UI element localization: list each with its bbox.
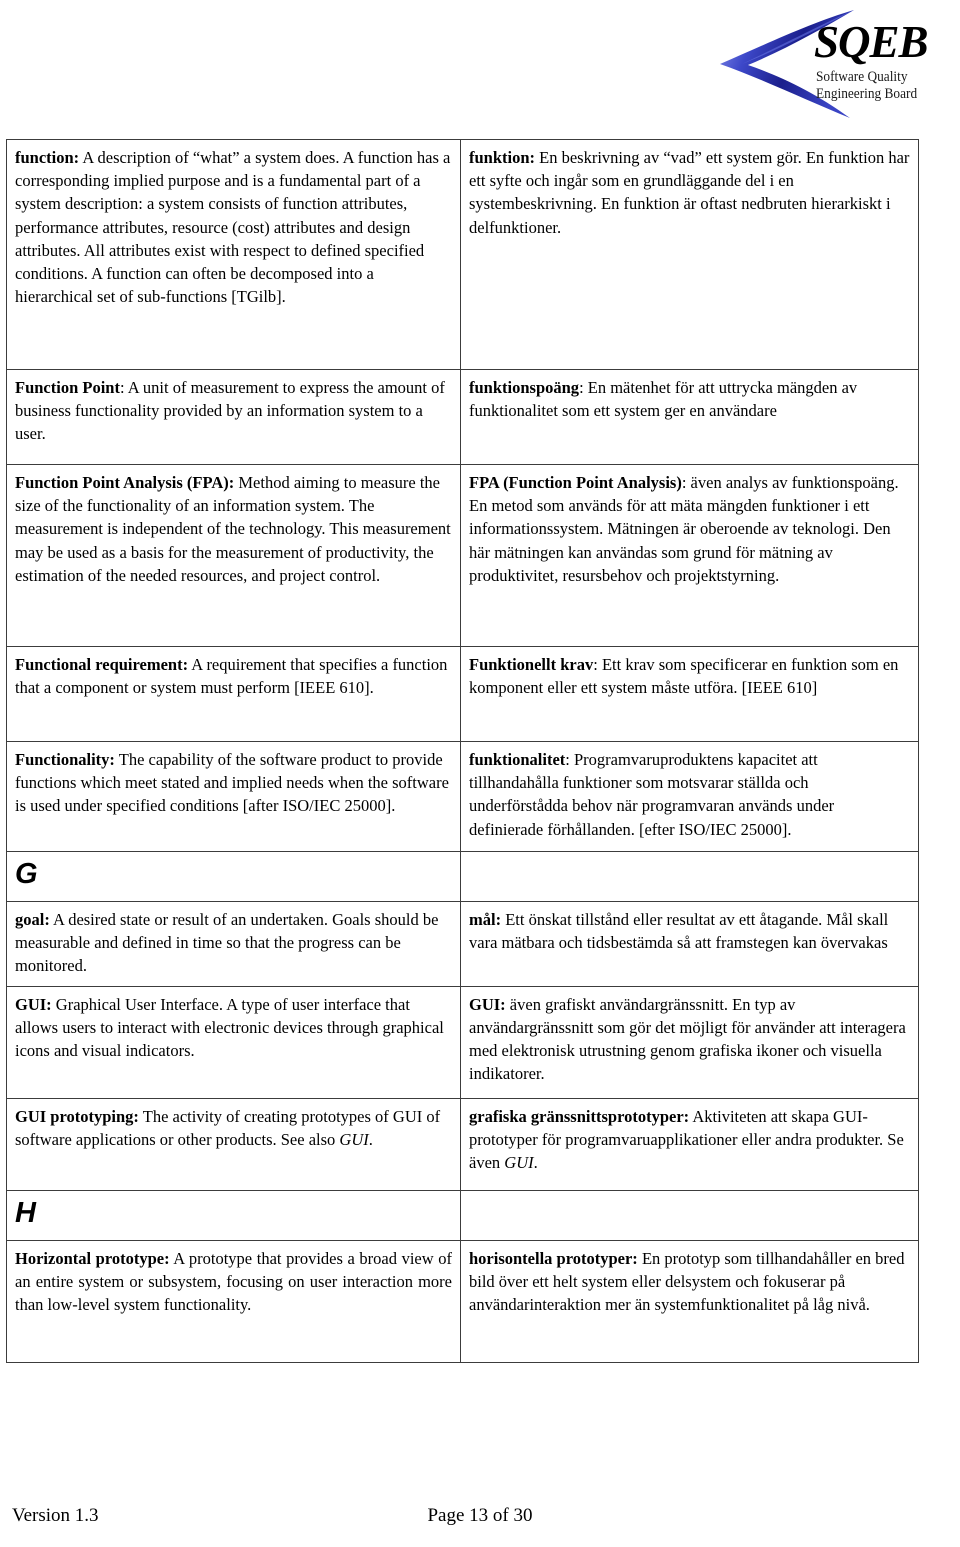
definition-gui-prototyping-en: GUI prototyping: The activity of creatin… xyxy=(15,1105,452,1151)
definition-function-point-en: Function Point: A unit of measurement to… xyxy=(15,376,452,446)
term-label: funktionspoäng xyxy=(469,378,580,397)
definition-gui-sv: GUI: även grafiskt användargränssnitt. E… xyxy=(469,993,910,1086)
term-body: Graphical User Interface. A type of user… xyxy=(15,994,444,1061)
term-body: A desired state or result of an undertak… xyxy=(15,910,439,976)
term-label: Functional requirement: xyxy=(15,655,189,674)
page-footer: Version 1.3 Page 13 of 30 xyxy=(0,1503,960,1529)
page-header: SQEB Software Quality Engineering Board xyxy=(0,0,960,128)
glossary-cell-swedish: funktion: En beskrivning av “vad” ett sy… xyxy=(460,139,919,370)
table-row: Function Point: A unit of measurement to… xyxy=(6,369,919,465)
term-label: FPA (Function Point Analysis) xyxy=(469,473,682,492)
glossary-cell-swedish: horisontella prototyper: En prototyp som… xyxy=(460,1239,919,1363)
definition-gui-prototyping-sv: grafiska gränssnittsprototyper: Aktivite… xyxy=(469,1105,910,1175)
term-label: Horizontal prototype: xyxy=(15,1248,170,1268)
glossary-cell-english: GUI: Graphical User Interface. A type of… xyxy=(6,985,461,1099)
glossary-cell-english: Function Point: A unit of measurement to… xyxy=(6,369,461,465)
term-label: GUI prototyping: xyxy=(15,1106,139,1126)
term-label: Functionality: xyxy=(15,750,115,769)
letter-section-cell-english: H xyxy=(6,1189,461,1241)
term-body: En beskrivning av “vad” ett system gör. … xyxy=(469,148,910,237)
logo-sqeb-text: SQEB xyxy=(814,17,929,67)
definition-goal-sv: mål: Ett önskat tillstånd eller resultat… xyxy=(469,908,910,954)
letter-section-cell-swedish xyxy=(460,1189,919,1241)
glossary-cell-english: function: A description of “what” a syst… xyxy=(6,139,461,370)
letter-heading-g: G xyxy=(15,858,38,890)
table-row: function: A description of “what” a syst… xyxy=(6,139,919,370)
definition-functionality-en: Functionality: The capability of the sof… xyxy=(15,748,452,818)
term-body-tail: . xyxy=(368,1129,373,1149)
glossary-cell-swedish: mål: Ett önskat tillstånd eller resultat… xyxy=(460,901,919,987)
definition-fpa-sv: FPA (Function Point Analysis): även anal… xyxy=(469,471,910,587)
glossary-cell-english: goal: A desired state or result of an un… xyxy=(6,901,461,987)
cross-reference: GUI xyxy=(504,1153,534,1173)
glossary-cell-english: Horizontal prototype: A prototype that p… xyxy=(6,1239,461,1363)
glossary-cell-swedish: funktionalitet: Programvaruproduktens ka… xyxy=(460,741,919,852)
glossary-cell-swedish: GUI: även grafiskt användargränssnitt. E… xyxy=(460,985,919,1099)
definition-horizontal-prototype-sv: horisontella prototyper: En prototyp som… xyxy=(469,1247,910,1317)
term-label: GUI: xyxy=(469,994,506,1014)
term-body-tail: . xyxy=(533,1153,538,1173)
definition-goal-en: goal: A desired state or result of an un… xyxy=(15,908,452,978)
table-row: Horizontal prototype: A prototype that p… xyxy=(6,1239,919,1363)
table-row: Functional requirement: A requirement th… xyxy=(6,646,919,742)
glossary-cell-english: Function Point Analysis (FPA): Method ai… xyxy=(6,464,461,647)
term-body: Ett önskat tillstånd eller resultat av e… xyxy=(469,910,889,953)
cross-reference: GUI xyxy=(339,1129,369,1149)
term-label: goal: xyxy=(15,910,50,929)
glossary-cell-swedish: FPA (Function Point Analysis): även anal… xyxy=(460,464,919,647)
letter-section-cell-swedish xyxy=(460,851,919,902)
sqeb-logo: SQEB Software Quality Engineering Board xyxy=(702,8,952,120)
glossary-cell-swedish: funktionspoäng: En mätenhet för att uttr… xyxy=(460,369,919,465)
term-label: mål: xyxy=(469,910,502,929)
table-row: Function Point Analysis (FPA): Method ai… xyxy=(6,464,919,647)
term-label: function: xyxy=(15,148,80,167)
glossary-cell-english: GUI prototyping: The activity of creatin… xyxy=(6,1097,461,1191)
definition-function-point-sv: funktionspoäng: En mätenhet för att uttr… xyxy=(469,376,910,422)
table-row: GUI: Graphical User Interface. A type of… xyxy=(6,985,919,1099)
term-body: även grafiskt användargränssnitt. En typ… xyxy=(469,994,906,1084)
logo-tagline-line2: Engineering Board xyxy=(816,86,918,102)
term-label: Function Point xyxy=(15,378,120,397)
table-row-letter-section: H xyxy=(6,1189,919,1241)
glossary-cell-swedish: grafiska gränssnittsprototyper: Aktivite… xyxy=(460,1097,919,1191)
glossary-table: function: A description of “what” a syst… xyxy=(6,139,919,1363)
glossary-table-body: function: A description of “what” a syst… xyxy=(6,139,919,1363)
term-label: Funktionellt krav xyxy=(469,655,594,674)
term-label: horisontella prototyper: xyxy=(469,1248,638,1268)
definition-functionality-sv: funktionalitet: Programvaruproduktens ka… xyxy=(469,748,910,841)
definition-functional-requirement-sv: Funktionellt krav: Ett krav som specific… xyxy=(469,653,910,699)
term-label: grafiska gränssnittsprototyper: xyxy=(469,1106,690,1126)
glossary-cell-swedish: Funktionellt krav: Ett krav som specific… xyxy=(460,646,919,742)
definition-gui-en: GUI: Graphical User Interface. A type of… xyxy=(15,993,452,1063)
definition-functional-requirement-en: Functional requirement: A requirement th… xyxy=(15,653,452,699)
term-label: funktionalitet xyxy=(469,750,566,769)
definition-fpa-en: Function Point Analysis (FPA): Method ai… xyxy=(15,471,452,587)
table-row: GUI prototyping: The activity of creatin… xyxy=(6,1097,919,1191)
glossary-cell-english: Functionality: The capability of the sof… xyxy=(6,741,461,852)
definition-function-sv: funktion: En beskrivning av “vad” ett sy… xyxy=(469,146,910,239)
footer-page-number: Page 13 of 30 xyxy=(427,1505,533,1526)
term-label: funktion: xyxy=(469,148,536,167)
logo-tagline-line1: Software Quality xyxy=(816,69,908,85)
term-label: Function Point Analysis (FPA): xyxy=(15,473,235,492)
table-row: Functionality: The capability of the sof… xyxy=(6,741,919,852)
definition-horizontal-prototype-en: Horizontal prototype: A prototype that p… xyxy=(15,1247,452,1317)
logo-wordmark: SQEB Software Quality Engineering Board xyxy=(814,20,954,103)
letter-section-cell-english: G xyxy=(6,851,461,902)
table-row: goal: A desired state or result of an un… xyxy=(6,901,919,987)
term-body: A description of “what” a system does. A… xyxy=(15,148,451,307)
term-label: GUI: xyxy=(15,994,52,1014)
table-row-letter-section: G xyxy=(6,851,919,902)
definition-function-en: function: A description of “what” a syst… xyxy=(15,146,452,308)
glossary-cell-english: Functional requirement: A requirement th… xyxy=(6,646,461,742)
letter-heading-h: H xyxy=(15,1196,36,1229)
